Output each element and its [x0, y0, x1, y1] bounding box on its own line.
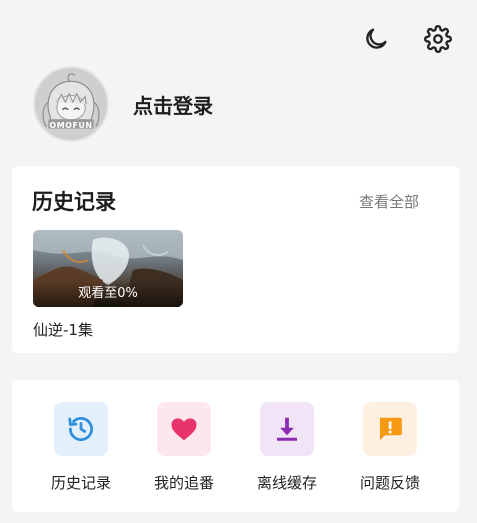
- history-item-title[interactable]: 仙逆-1集: [33, 319, 93, 340]
- action-offline-cache[interactable]: 离线缓存: [242, 402, 332, 493]
- top-toolbar: [361, 24, 453, 54]
- history-header: 历史记录 查看全部: [32, 186, 419, 216]
- avatar-brand-text: OMOFUN: [49, 121, 93, 130]
- watch-progress-label: 观看至0%: [33, 281, 183, 307]
- avatar[interactable]: OMOFUN: [33, 66, 109, 142]
- gear-icon[interactable]: [423, 24, 453, 54]
- action-favorites-label: 我的追番: [153, 474, 214, 492]
- moon-icon[interactable]: [361, 24, 391, 54]
- feedback-icon: [363, 402, 417, 456]
- heart-icon: [157, 402, 211, 456]
- history-title: 历史记录: [32, 190, 116, 214]
- history-item-thumbnail[interactable]: 观看至0%: [33, 230, 183, 307]
- quick-actions-card: 历史记录 我的追番 离线缓存 问题反馈: [12, 380, 459, 512]
- login-link[interactable]: 点击登录: [133, 90, 213, 119]
- action-history[interactable]: 历史记录: [36, 402, 126, 493]
- download-icon: [260, 402, 314, 456]
- history-card: 历史记录 查看全部 观看至0% 仙逆-1集: [12, 166, 459, 353]
- action-favorites[interactable]: 我的追番: [139, 402, 229, 493]
- action-feedback[interactable]: 问题反馈: [345, 402, 435, 493]
- profile-header: OMOFUN 点击登录: [33, 66, 213, 142]
- action-offline-cache-label: 离线缓存: [256, 474, 317, 492]
- action-history-label: 历史记录: [50, 474, 111, 492]
- quick-actions: 历史记录 我的追番 离线缓存 问题反馈: [36, 402, 435, 493]
- action-feedback-label: 问题反馈: [359, 474, 420, 492]
- view-all-button[interactable]: 查看全部: [359, 191, 419, 212]
- history-icon: [54, 402, 108, 456]
